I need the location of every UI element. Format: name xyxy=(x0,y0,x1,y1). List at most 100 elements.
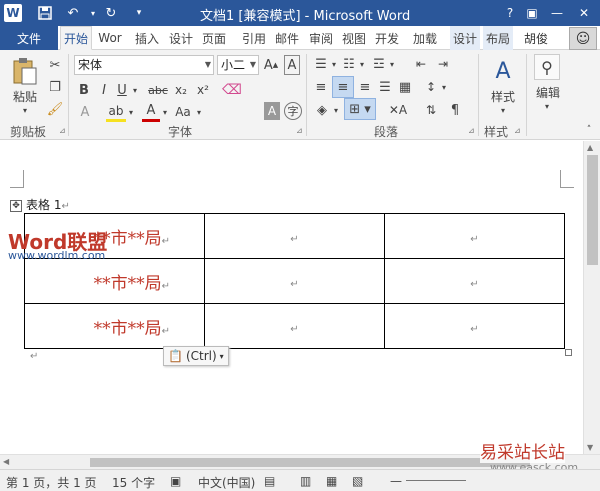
table-resize-handle[interactable] xyxy=(565,349,572,356)
font-color-button[interactable]: A xyxy=(142,102,160,122)
undo-icon[interactable]: ↶ xyxy=(64,4,82,22)
minimize-icon[interactable]: — xyxy=(545,3,569,23)
multilevel-list-icon[interactable]: ☲ xyxy=(370,55,388,73)
line-spacing-dropdown-icon[interactable]: ▾ xyxy=(440,78,448,96)
table-cell[interactable]: ↵ xyxy=(204,258,385,304)
editing-dropdown-icon[interactable]: ▾ xyxy=(540,100,554,112)
multilevel-dropdown-icon[interactable]: ▾ xyxy=(388,55,396,73)
language-indicator[interactable]: 中文(中国) xyxy=(198,474,255,491)
styles-dropdown-icon[interactable]: ▾ xyxy=(496,104,510,116)
align-center-icon[interactable]: ≡ xyxy=(332,76,354,98)
word-app-icon[interactable]: W xyxy=(4,4,22,22)
show-marks-icon[interactable]: ¶ xyxy=(446,100,464,120)
editing-button[interactable]: 编辑 xyxy=(530,84,566,100)
paste-dropdown-icon[interactable]: ▾ xyxy=(18,104,32,116)
decrease-indent-icon[interactable]: ⇤ xyxy=(412,55,430,73)
distributed-icon[interactable]: ▦ xyxy=(396,78,414,96)
table-cell[interactable]: ↵ xyxy=(384,258,565,304)
table-cell[interactable]: **市**局↵ xyxy=(24,258,205,304)
numbering-dropdown-icon[interactable]: ▾ xyxy=(358,55,366,73)
collapse-ribbon-icon[interactable]: ˄ xyxy=(582,124,596,136)
change-case-dropdown-icon[interactable]: ▾ xyxy=(194,102,204,122)
tab-table-layout[interactable]: 布局 xyxy=(483,26,513,50)
subscript-button[interactable]: x₂ xyxy=(172,80,190,100)
italic-button[interactable]: I xyxy=(96,80,112,100)
align-left-icon[interactable]: ≡ xyxy=(312,78,330,96)
tab-view[interactable]: 视图 xyxy=(339,26,369,50)
web-layout-icon[interactable]: ▧ xyxy=(352,474,363,488)
underline-dropdown-icon[interactable]: ▾ xyxy=(130,80,140,100)
styles-button[interactable]: 样式 xyxy=(484,88,522,104)
tab-references[interactable]: 引用 xyxy=(239,26,269,50)
char-border-icon[interactable]: A xyxy=(284,55,300,75)
paragraph-launcher-icon[interactable]: ⊿ xyxy=(468,126,475,135)
change-case-button[interactable]: Aa xyxy=(172,102,194,122)
table-cell[interactable]: ↵ xyxy=(204,303,385,349)
table-cell[interactable]: ↵ xyxy=(384,213,565,259)
ribbon-display-icon[interactable]: ▣ xyxy=(520,3,544,23)
avatar[interactable]: ☺ xyxy=(569,27,597,50)
paste-clipboard-icon[interactable] xyxy=(10,56,40,86)
table-cell[interactable]: ↵ xyxy=(384,303,565,349)
customize-toolbar-icon[interactable]: ▾ xyxy=(130,4,148,22)
shading-dropdown-icon[interactable]: ▾ xyxy=(332,100,340,120)
font-launcher-icon[interactable]: ⊿ xyxy=(296,126,303,135)
bold-button[interactable]: B xyxy=(76,80,92,100)
read-mode-icon[interactable]: ▥ xyxy=(300,474,311,488)
page-count[interactable]: 第 1 页，共 1 页 xyxy=(6,474,97,491)
tab-mailings[interactable]: 邮件 xyxy=(272,26,302,50)
scroll-left-icon[interactable]: ◀ xyxy=(3,457,9,466)
hscroll-thumb[interactable] xyxy=(90,458,530,467)
format-painter-icon[interactable]: 🖌 xyxy=(46,100,64,118)
word-count[interactable]: 15 个字 xyxy=(112,474,155,491)
bullets-dropdown-icon[interactable]: ▾ xyxy=(330,55,338,73)
table-move-handle-icon[interactable]: ✥ xyxy=(10,200,22,212)
paste-options-button[interactable]: 📋 (Ctrl) ▾ xyxy=(163,346,229,366)
close-icon[interactable]: ✕ xyxy=(572,3,596,23)
save-icon[interactable] xyxy=(36,4,54,22)
zoom-out-icon[interactable]: — xyxy=(390,474,402,488)
scroll-up-icon[interactable]: ▲ xyxy=(587,143,593,152)
copy-icon[interactable]: ❐ xyxy=(46,78,64,96)
tab-home[interactable]: 开始 xyxy=(60,26,92,50)
font-size-select[interactable]: 小二 ▼ xyxy=(217,55,259,75)
line-spacing-icon[interactable]: ↕ xyxy=(422,78,440,96)
numbering-icon[interactable]: ☷ xyxy=(340,55,358,73)
strikethrough-button[interactable]: abc xyxy=(146,80,170,100)
tab-developer[interactable]: 开发 xyxy=(372,26,402,50)
tab-table-design[interactable]: 设计 xyxy=(450,26,480,50)
tab-file[interactable]: 文件 xyxy=(0,26,58,50)
styles-launcher-icon[interactable]: ⊿ xyxy=(514,126,521,135)
grow-font-icon[interactable]: A ▲ xyxy=(262,55,280,75)
table-cell[interactable]: **市**局↵ xyxy=(24,303,205,349)
zoom-slider[interactable] xyxy=(406,480,466,481)
justify-icon[interactable]: ☰ xyxy=(376,78,394,96)
help-button[interactable]: ? xyxy=(498,3,522,23)
shading-icon[interactable]: ◈ xyxy=(312,100,332,120)
bullets-icon[interactable]: ☰ xyxy=(312,55,330,73)
redo-icon[interactable]: ↻ xyxy=(102,4,120,22)
macro-icon[interactable]: ▤ xyxy=(264,474,275,488)
highlight-dropdown-icon[interactable]: ▾ xyxy=(126,102,136,122)
tab-wor[interactable]: Wor xyxy=(94,26,126,50)
font-color-dropdown-icon[interactable]: ▾ xyxy=(160,102,170,122)
font-name-select[interactable]: 宋体 ▼ xyxy=(74,55,214,75)
borders-button[interactable]: ⊞ ▾ xyxy=(344,98,376,120)
scroll-down-icon[interactable]: ▼ xyxy=(587,443,593,452)
binoculars-icon[interactable]: ⚲ xyxy=(534,54,560,80)
chinese-layout-icon[interactable]: ✕A xyxy=(386,100,410,120)
text-effects-icon[interactable]: A xyxy=(76,102,94,122)
print-layout-icon[interactable]: ▦ xyxy=(326,474,337,488)
highlight-button[interactable]: ab xyxy=(106,102,126,122)
styles-icon[interactable]: A xyxy=(486,56,520,86)
scroll-thumb[interactable] xyxy=(587,155,598,265)
tab-review[interactable]: 审阅 xyxy=(306,26,336,50)
align-right-icon[interactable]: ≡ xyxy=(356,78,374,96)
superscript-button[interactable]: x² xyxy=(194,80,212,100)
underline-button[interactable]: U xyxy=(114,80,130,100)
user-name[interactable]: 胡俊 xyxy=(524,30,548,47)
undo-dropdown-icon[interactable]: ▾ xyxy=(84,4,102,22)
table-cell[interactable]: ↵ xyxy=(204,213,385,259)
tab-insert[interactable]: 插入 xyxy=(132,26,162,50)
enclose-chars-icon[interactable]: 字 xyxy=(284,102,302,120)
